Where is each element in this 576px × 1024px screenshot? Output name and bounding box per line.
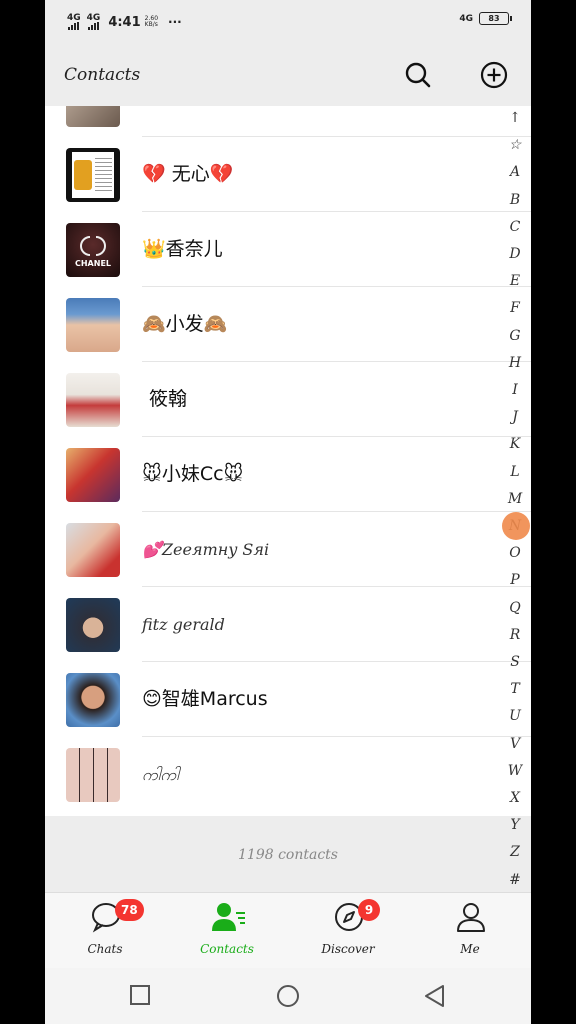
avatar (66, 148, 120, 202)
home-button[interactable] (276, 984, 300, 1008)
status-bar: 4G 4G 4:41 2.60 KB/s ··· 4G 83 (45, 0, 531, 44)
back-button[interactable] (423, 984, 447, 1008)
index-letter[interactable]: ↑ (504, 110, 526, 126)
page-title: Contacts (64, 65, 141, 85)
index-letter[interactable]: X (504, 790, 526, 806)
index-letter[interactable]: D (504, 246, 526, 262)
avatar (66, 448, 120, 502)
plus-circle-icon[interactable] (479, 60, 509, 90)
avatar: CHANEL (66, 223, 120, 277)
contact-name: fitz gerald (142, 615, 225, 634)
contacts-icon (212, 903, 245, 931)
index-letter[interactable]: K (504, 436, 526, 452)
contact-row[interactable]: fitz gerald (45, 587, 531, 662)
tab-me[interactable]: Me (420, 893, 520, 969)
contact-row-partial[interactable] (45, 106, 531, 137)
contact-name: 👑香奈儿 (142, 238, 223, 260)
chats-badge: 78 (115, 899, 144, 921)
index-letter[interactable]: W (504, 763, 526, 779)
index-letter[interactable]: H (504, 355, 526, 371)
search-icon[interactable] (403, 60, 433, 90)
contact-name: 😊智雄Marcus (142, 688, 268, 710)
alphabet-index[interactable]: ↑☆ABCDEFGHIJKLMNOPQRSTUVWXYZ# (504, 110, 526, 890)
index-letter[interactable]: O (504, 545, 526, 561)
signal-indicators: 4G 4G (67, 14, 100, 30)
tab-chats[interactable]: 78 Chats (55, 893, 155, 969)
contact-row[interactable]: CHANEL 👑香奈儿 (45, 212, 531, 287)
tab-label: Discover (321, 942, 375, 956)
index-letter[interactable]: G (504, 328, 526, 344)
signal-2: 4G (86, 13, 101, 30)
battery-icon: 83 (479, 12, 512, 25)
index-letter[interactable]: V (504, 736, 526, 752)
index-letter[interactable]: R (504, 627, 526, 643)
speed-unit: KB/s (144, 21, 158, 28)
signal-bars-icon (87, 22, 99, 30)
battery-level: 83 (488, 14, 500, 23)
contact-name: ကါကါ (142, 765, 179, 784)
tab-discover[interactable]: 9 Discover (298, 893, 398, 969)
person-icon (457, 903, 485, 932)
more-notifications: ··· (168, 15, 182, 29)
index-letter[interactable]: L (504, 464, 526, 480)
recents-button[interactable] (129, 984, 151, 1006)
avatar (66, 598, 120, 652)
index-letter[interactable]: Q (504, 600, 526, 616)
system-navigation-bar (45, 968, 531, 1024)
contact-row[interactable]: 💔 无心💔 (45, 137, 531, 212)
index-letter[interactable]: P (504, 572, 526, 588)
avatar (66, 748, 120, 802)
signal-bars-icon (68, 22, 80, 30)
avatar (66, 673, 120, 727)
phone-screen: 4G 4G 4:41 2.60 KB/s ··· 4G 83 Contacts (45, 0, 531, 1024)
contact-name: 🐭小妹Cc🐭 (142, 463, 244, 485)
tab-contacts[interactable]: Contacts (177, 893, 277, 969)
contact-row[interactable]: 🐭小妹Cc🐭 (45, 437, 531, 512)
avatar (66, 298, 120, 352)
contact-row[interactable]: 🙈小发🙈 (45, 287, 531, 362)
avatar (66, 373, 120, 427)
right-network-type: 4G (459, 13, 473, 24)
tab-label: Chats (87, 942, 123, 956)
avatar (66, 523, 120, 577)
contact-name: 💕Zeeятнy Sяi (142, 540, 270, 559)
index-letter[interactable]: I (504, 382, 526, 398)
index-letter[interactable]: U (504, 708, 526, 724)
contact-name: 筱翰 (149, 388, 188, 410)
chanel-logo-icon (80, 236, 106, 256)
index-letter[interactable]: ☆ (504, 137, 526, 153)
index-letter[interactable]: A (504, 164, 526, 180)
index-letter[interactable]: S (504, 654, 526, 670)
index-letter[interactable]: E (504, 273, 526, 289)
bottom-tab-bar: 78 Chats Contacts 9 Discover Me (45, 892, 531, 969)
avatar-brand-text: CHANEL (74, 259, 111, 268)
index-letter[interactable]: T (504, 681, 526, 697)
network-type-1: 4G (67, 13, 81, 23)
index-letter[interactable]: F (504, 300, 526, 316)
contact-row[interactable]: 😊智雄Marcus (45, 662, 531, 737)
contact-row[interactable]: 筱翰 (45, 362, 531, 437)
index-letter[interactable]: M (504, 491, 526, 507)
network-type-2: 4G (86, 13, 101, 23)
index-letter[interactable]: J (504, 409, 526, 425)
contact-row[interactable]: 💕Zeeятнy Sяi (45, 512, 531, 587)
contacts-count: 1198 contacts (238, 847, 338, 863)
tab-label: Contacts (200, 942, 254, 956)
contact-name: 💔 无心💔 (142, 163, 234, 185)
header: Contacts (45, 44, 531, 106)
signal-1: 4G (67, 14, 81, 30)
clock: 4:41 (108, 14, 141, 30)
contact-row[interactable]: ကါကါ (45, 737, 531, 812)
index-letter[interactable]: C (504, 219, 526, 235)
network-speed: 2.60 KB/s (145, 16, 158, 28)
status-right: 4G 83 (459, 12, 512, 25)
index-letter[interactable]: B (504, 192, 526, 208)
contact-list[interactable]: 💔 无心💔 CHANEL 👑香奈儿 🙈小发🙈 筱翰 🐭小妹Cc🐭 💕Zeeятн… (45, 106, 531, 816)
contact-name: 🙈小发🙈 (142, 313, 228, 335)
tab-label: Me (460, 942, 480, 956)
discover-badge: 9 (358, 899, 380, 921)
index-scroll-handle[interactable] (502, 512, 530, 540)
avatar (66, 106, 120, 127)
